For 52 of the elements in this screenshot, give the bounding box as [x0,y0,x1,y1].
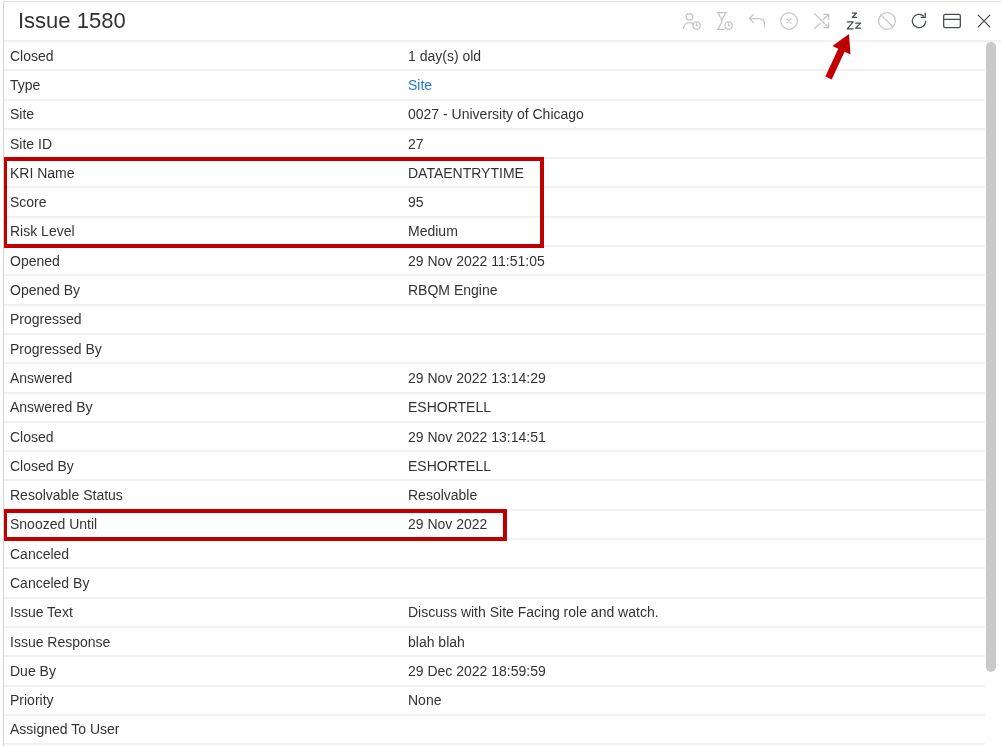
field-label: Closed [10,428,54,445]
hourglass-clock-icon [714,11,734,31]
field-link[interactable]: Site [408,76,433,93]
field-label: Opened [10,252,60,269]
field-value: ESHORTELL [408,399,491,416]
field-label: Opened By [10,282,81,298]
prohibit-icon [876,11,897,31]
field-value: 29 Nov 2022 13:14:51 [408,428,546,445]
field-value: ESHORTELL [408,457,491,474]
field-value: 27 [408,135,424,152]
field-value: 29 Nov 2022 [408,516,488,533]
field-label: Canceled [10,545,70,562]
field-label: Score [10,194,47,211]
field-value: None [408,692,442,709]
field-label: Snoozed Until [10,516,98,533]
field-value: 1 day(s) old [408,47,482,64]
field-label: Closed By [10,457,74,474]
field-label: Risk Level [10,223,75,240]
circle-x-icon [779,11,799,31]
field-label: Closed [10,47,54,64]
field-label: Type [10,76,41,93]
field-value: Medium [408,223,458,240]
field-value: DATAENTRYTIME [408,164,524,181]
refresh-icon [909,11,929,31]
field-value: RBQM Engine [408,282,498,298]
field-label: Progressed By [10,340,102,357]
field-value: 29 Nov 2022 11:51:05 [408,252,545,269]
field-label: Site [10,106,35,123]
field-value: 29 Dec 2022 18:59:59 [408,662,546,679]
window-icon [941,11,962,31]
field-label: KRI Name [10,164,75,181]
field-value: Resolvable [408,487,478,504]
shuffle-icon [811,11,832,31]
field-value: 95 [408,194,424,211]
person-clock-icon [681,11,702,31]
field-label: Site ID [10,135,52,152]
snooze-icon [844,11,864,31]
field-label: Canceled By [10,575,90,591]
field-label: Priority [10,692,54,709]
field-value: Discuss with Site Facing role and watch. [408,604,659,621]
field-label: Issue Response [10,633,111,650]
field-value: blah blah [408,633,465,650]
field-label: Due By [10,662,56,679]
field-value: 0027 - University of Chicago [408,106,584,123]
dialog-title: Issue 1580 [18,8,126,34]
field-label: Answered [10,369,73,386]
field-label: Assigned To User [10,721,120,738]
field-label: Answered By [10,399,93,416]
field-value: 29 Nov 2022 13:14:29 [408,369,546,386]
field-label: Resolvable Status [10,487,123,504]
scrollbar-thumb[interactable] [986,42,996,672]
field-label: Issue Text [10,604,73,621]
